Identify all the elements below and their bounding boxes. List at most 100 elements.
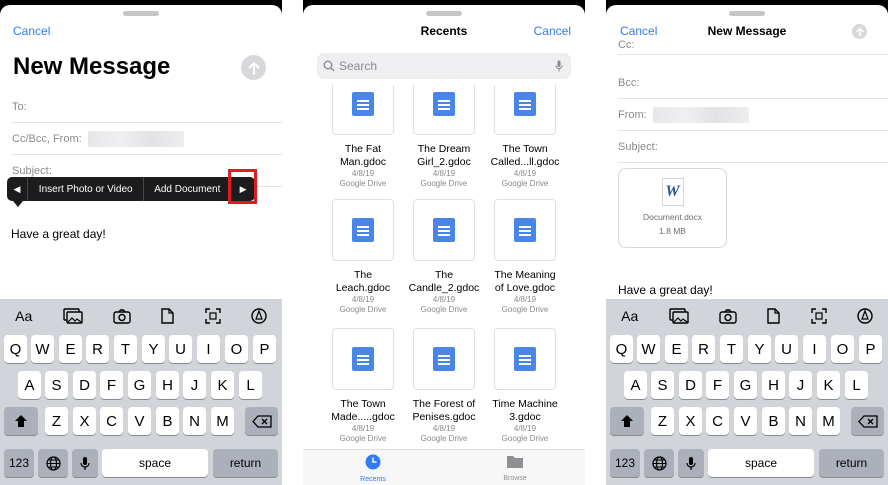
return-key[interactable]: return [213,449,278,477]
key-i[interactable]: I [803,335,826,363]
key-t[interactable]: T [114,335,137,363]
key-z[interactable]: Z [651,407,674,435]
key-u[interactable]: U [775,335,798,363]
numbers-key[interactable]: 123 [610,449,640,477]
key-n[interactable]: N [789,407,812,435]
cancel-button[interactable]: Cancel [13,24,50,38]
tab-recents[interactable]: Recents [351,454,395,483]
sheet-grabber[interactable] [426,11,462,16]
key-k[interactable]: K [817,371,840,399]
key-j[interactable]: J [789,371,812,399]
attachment-card[interactable]: W Document.docx 1.8 MB [618,168,727,248]
cc-field[interactable]: Cc: [618,35,888,55]
key-t[interactable]: T [720,335,743,363]
space-key[interactable]: space [708,449,814,477]
key-v[interactable]: V [734,407,757,435]
key-z[interactable]: Z [45,407,68,435]
key-m[interactable]: M [211,407,234,435]
file-item[interactable]: The Meaning of Love.gdoc 4/8/19 Google Dri… [487,199,563,315]
from-field[interactable]: From: [618,99,888,131]
key-f[interactable]: F [100,371,123,399]
key-f[interactable]: F [706,371,729,399]
key-x[interactable]: X [679,407,702,435]
file-item[interactable]: The Candle_2.gdoc 4/8/19 Google Drive [406,199,482,315]
dictation-key[interactable] [678,449,704,477]
key-w[interactable]: W [637,335,660,363]
key-u[interactable]: U [169,335,192,363]
microphone-icon[interactable] [555,60,563,72]
markup-icon[interactable] [251,308,267,324]
document-icon[interactable] [161,308,174,324]
photo-icon[interactable] [62,308,83,324]
key-x[interactable]: X [73,407,96,435]
file-item[interactable]: Time Machine 3.gdoc 4/8/19 Google Drive [487,328,563,444]
bcc-field[interactable]: Bcc: [618,67,888,99]
key-d[interactable]: D [73,371,96,399]
ccbcc-from-field[interactable]: Cc/Bcc, From: [12,123,282,155]
key-q[interactable]: Q [4,335,27,363]
scan-icon[interactable] [810,308,827,324]
file-item[interactable]: The Dream Girl_2.gdoc 4/8/19 Google Drive [406,85,482,189]
to-field[interactable]: To: [12,91,282,123]
format-button[interactable]: Aa [15,308,32,324]
globe-key[interactable] [38,449,68,477]
delete-key[interactable] [245,407,278,435]
key-g[interactable]: G [734,371,757,399]
key-k[interactable]: K [211,371,234,399]
key-h[interactable]: H [762,371,785,399]
sheet-grabber[interactable] [729,11,765,16]
subject-field[interactable]: Subject: [618,131,888,163]
key-q[interactable]: Q [610,335,633,363]
send-button[interactable] [241,55,266,80]
key-j[interactable]: J [183,371,206,399]
scan-icon[interactable] [204,308,221,324]
photo-icon[interactable] [668,308,689,324]
markup-icon[interactable] [857,308,873,324]
key-c[interactable]: C [706,407,729,435]
key-d[interactable]: D [679,371,702,399]
key-n[interactable]: N [183,407,206,435]
sheet-grabber[interactable] [123,11,159,16]
file-item[interactable]: The Fat Man.gdoc 4/8/19 Google Drive [325,85,401,189]
add-document-item[interactable]: Add Document [144,184,230,195]
key-l[interactable]: L [845,371,868,399]
key-h[interactable]: H [156,371,179,399]
key-b[interactable]: B [762,407,785,435]
key-b[interactable]: B [156,407,179,435]
key-r[interactable]: R [692,335,715,363]
camera-icon[interactable] [719,308,737,324]
key-s[interactable]: S [45,371,68,399]
cancel-button[interactable]: Cancel [534,24,571,38]
file-item[interactable]: The Forest of Penises.gdoc 4/8/19 Google D… [406,328,482,444]
space-key[interactable]: space [102,449,208,477]
file-item[interactable]: The Town Made.....gdoc 4/8/19 Google Drive [325,328,401,444]
numbers-key[interactable]: 123 [4,449,34,477]
delete-key[interactable] [851,407,884,435]
key-w[interactable]: W [31,335,54,363]
document-icon[interactable] [767,308,780,324]
key-y[interactable]: Y [748,335,771,363]
key-c[interactable]: C [100,407,123,435]
key-a[interactable]: A [624,371,647,399]
message-body[interactable]: Have a great day! [11,227,106,241]
key-r[interactable]: R [86,335,109,363]
file-item[interactable]: The Town Called...ll.gdoc 4/8/19 Google Dr… [487,85,563,189]
format-button[interactable]: Aa [621,308,638,324]
shift-key[interactable] [4,407,38,435]
key-a[interactable]: A [18,371,41,399]
menu-left-arrow[interactable]: ◀ [7,184,27,195]
shift-key[interactable] [610,407,644,435]
key-l[interactable]: L [239,371,262,399]
dictation-key[interactable] [72,449,98,477]
key-m[interactable]: M [817,407,840,435]
insert-photo-video-item[interactable]: Insert Photo or Video [28,184,144,195]
key-o[interactable]: O [831,335,854,363]
key-e[interactable]: E [665,335,688,363]
key-p[interactable]: P [859,335,882,363]
key-v[interactable]: V [128,407,151,435]
key-y[interactable]: Y [142,335,165,363]
globe-key[interactable] [644,449,674,477]
key-p[interactable]: P [253,335,276,363]
tab-browse[interactable]: Browse [493,454,537,482]
key-i[interactable]: I [197,335,220,363]
